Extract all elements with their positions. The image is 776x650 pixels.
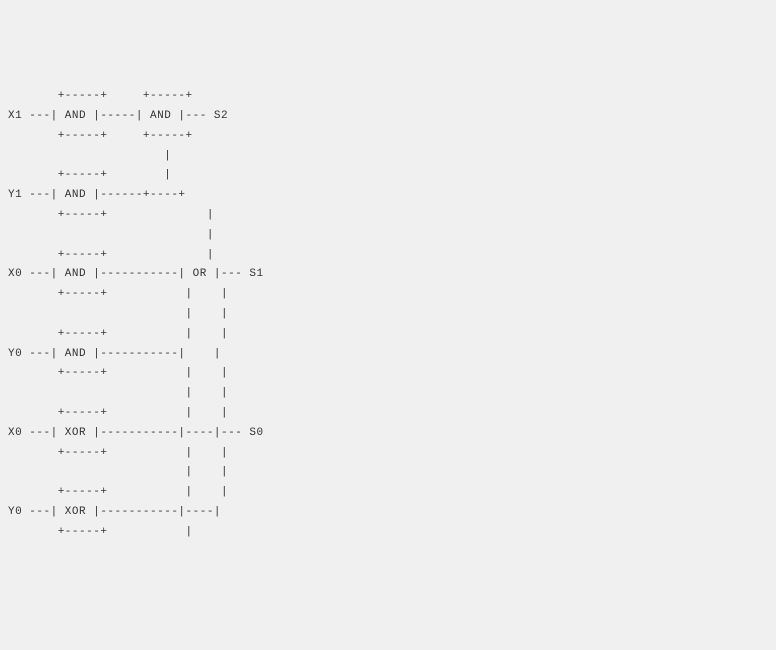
diagram-line-10: +-----+ | | — [8, 288, 228, 300]
diagram-line-07: | — [8, 229, 214, 241]
diagram-line-14: +-----+ | | — [8, 367, 228, 379]
diagram-line-11: | | — [8, 308, 228, 320]
diagram-line-00: +-----+ +-----+ — [8, 90, 193, 102]
diagram-line-15: | | — [8, 387, 228, 399]
diagram-line-16: +-----+ | | — [8, 407, 228, 419]
diagram-line-06: +-----+ | — [8, 209, 214, 221]
diagram-line-04: +-----+ | — [8, 169, 171, 181]
diagram-line-02: +-----+ +-----+ — [8, 130, 193, 142]
diagram-line-17: X0 ---| XOR |-----------|----|--- S0 — [8, 427, 264, 439]
diagram-line-19: | | — [8, 466, 228, 478]
diagram-line-13: Y0 ---| AND |-----------| | — [8, 348, 221, 360]
diagram-line-22: +-----+ | — [8, 526, 193, 538]
diagram-line-08: +-----+ | — [8, 249, 214, 261]
logic-circuit-diagram: +-----+ +-----+ X1 ---| AND |-----| AND … — [8, 87, 768, 542]
diagram-line-21: Y0 ---| XOR |-----------|----| — [8, 506, 221, 518]
diagram-line-03: | — [8, 150, 171, 162]
diagram-line-09: X0 ---| AND |-----------| OR |--- S1 — [8, 268, 264, 280]
diagram-line-20: +-----+ | | — [8, 486, 228, 498]
diagram-line-12: +-----+ | | — [8, 328, 228, 340]
diagram-line-18: +-----+ | | — [8, 447, 228, 459]
diagram-line-01: X1 ---| AND |-----| AND |--- S2 — [8, 110, 228, 122]
diagram-line-05: Y1 ---| AND |------+----+ — [8, 189, 186, 201]
